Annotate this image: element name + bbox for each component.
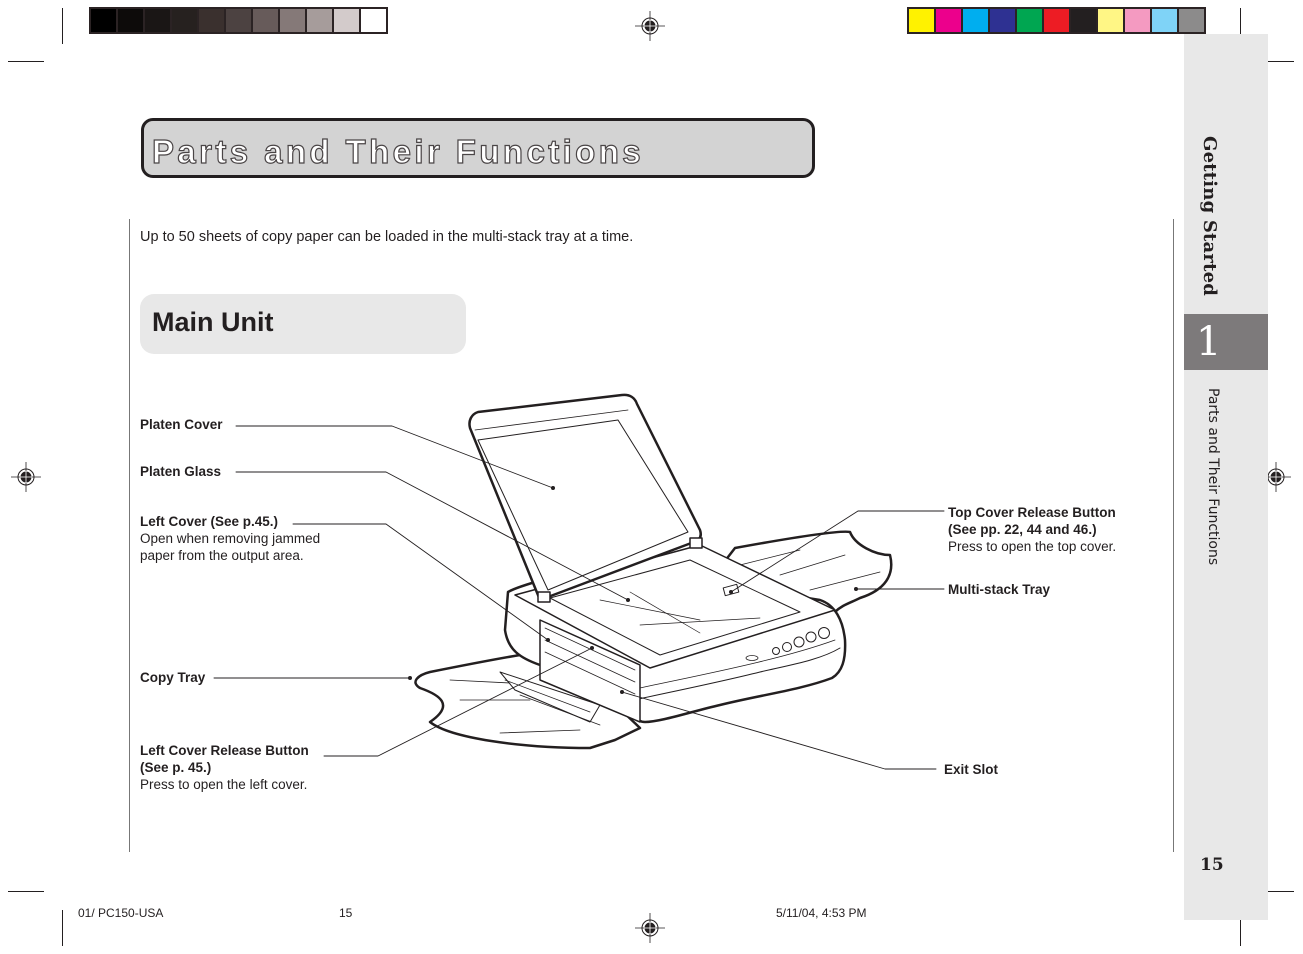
footer-filename: 01/ PC150-USA bbox=[78, 906, 164, 920]
footer-timestamp: 5/11/04, 4:53 PM bbox=[776, 906, 867, 920]
copier-illustration bbox=[213, 393, 945, 770]
footer-page: 15 bbox=[339, 906, 353, 920]
